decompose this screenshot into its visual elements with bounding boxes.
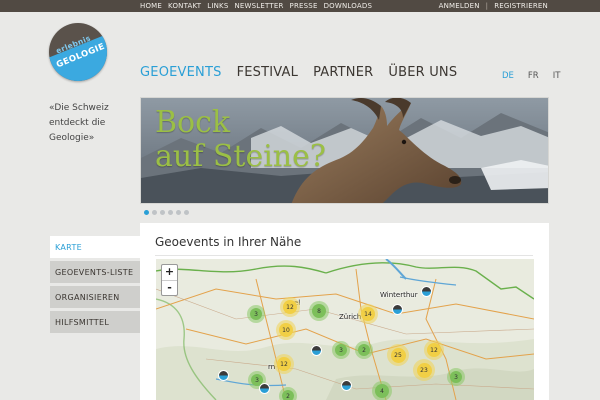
- map-cluster[interactable]: 2: [279, 387, 297, 400]
- top-link-newsletter[interactable]: NEWSLETTER: [234, 1, 283, 11]
- top-link-links[interactable]: LINKS: [207, 1, 228, 11]
- account-links: ANMELDEN | REGISTRIEREN: [439, 1, 548, 11]
- account-separator: |: [485, 2, 489, 10]
- slider-dot[interactable]: [184, 210, 189, 215]
- map-terrain: [156, 259, 534, 400]
- map-cluster[interactable]: 14: [358, 304, 378, 324]
- top-link-downloads[interactable]: DOWNLOADS: [324, 1, 373, 11]
- top-link-home[interactable]: HOME: [140, 1, 162, 11]
- slider-dot[interactable]: [168, 210, 173, 215]
- sidebar-nav: KARTE GEOEVENTS-LISTE ORGANISIEREN HILFS…: [50, 236, 140, 333]
- top-bar: HOME KONTAKT LINKS NEWSLETTER PRESSE DOW…: [0, 0, 600, 12]
- zoom-in-button[interactable]: +: [162, 265, 177, 280]
- top-link-kontakt[interactable]: KONTAKT: [168, 1, 201, 11]
- sidebar-item-geoevents-liste[interactable]: GEOEVENTS-LISTE: [50, 261, 140, 283]
- map-marker-icon[interactable]: [259, 383, 270, 394]
- map-marker-icon[interactable]: [311, 345, 322, 356]
- slider-dot[interactable]: [144, 210, 149, 215]
- slider-dots: [144, 210, 189, 215]
- panel-divider: [155, 255, 533, 256]
- cluster-count: 12: [277, 357, 291, 371]
- slider-dot[interactable]: [176, 210, 181, 215]
- nav-geoevents[interactable]: GEOEVENTS: [140, 65, 222, 80]
- panel-title: Geoevents in Ihrer Nähe: [155, 235, 302, 249]
- hero-banner[interactable]: Bock auf Steine?: [140, 97, 549, 204]
- cluster-count: 12: [427, 343, 441, 357]
- map-marker-icon[interactable]: [341, 380, 352, 391]
- sidebar-item-hilfsmittel[interactable]: HILFSMITTEL: [50, 311, 140, 333]
- sidebar-item-organisieren[interactable]: ORGANISIEREN: [50, 286, 140, 308]
- lang-de[interactable]: DE: [502, 71, 514, 81]
- nav-partner[interactable]: PARTNER: [313, 65, 373, 80]
- nav-ueber-uns[interactable]: ÜBER UNS: [388, 65, 457, 80]
- map-cluster[interactable]: 10: [276, 320, 296, 340]
- cluster-count: 23: [416, 362, 432, 378]
- map-cluster[interactable]: 3: [447, 368, 465, 386]
- cluster-count: 12: [283, 300, 297, 314]
- map-zoom-control: + -: [161, 264, 178, 296]
- map-city-label: Winterthur: [380, 291, 418, 299]
- cluster-count: 3: [335, 344, 347, 356]
- slider-dot[interactable]: [152, 210, 157, 215]
- top-link-presse[interactable]: PRESSE: [290, 1, 318, 11]
- map-cluster[interactable]: 23: [413, 359, 435, 381]
- tagline: «Die Schweiz entdeckt die Geologie»: [49, 103, 109, 143]
- map-cluster[interactable]: 4: [372, 381, 392, 400]
- nav-festival[interactable]: FESTIVAL: [237, 65, 299, 80]
- site-logo[interactable]: erlebnis GEOLOGIE: [49, 23, 107, 81]
- map-cluster[interactable]: 2: [355, 341, 373, 359]
- cluster-count: 14: [361, 307, 375, 321]
- login-link[interactable]: ANMELDEN: [439, 1, 480, 11]
- map-marker-icon[interactable]: [218, 370, 229, 381]
- hero-headline: Bock auf Steine?: [155, 106, 326, 174]
- cluster-count: 10: [279, 323, 293, 337]
- cluster-count: 25: [390, 347, 406, 363]
- map-cluster[interactable]: 25: [387, 344, 409, 366]
- map-marker-icon[interactable]: [421, 286, 432, 297]
- hero-line-1: Bock: [155, 105, 231, 140]
- zoom-out-button[interactable]: -: [162, 280, 177, 295]
- map-cluster[interactable]: 12: [424, 340, 444, 360]
- cluster-count: 4: [375, 384, 389, 398]
- cluster-count: 2: [282, 390, 294, 400]
- events-map[interactable]: + - asel Winterthur Zürich rn 12 3 8 14 …: [156, 259, 534, 400]
- map-cluster[interactable]: 12: [274, 354, 294, 374]
- cluster-count: 3: [450, 371, 462, 383]
- slider-dot[interactable]: [160, 210, 165, 215]
- map-cluster[interactable]: 3: [247, 305, 265, 323]
- map-marker-icon[interactable]: [392, 304, 403, 315]
- language-switcher: DE FR IT: [502, 71, 560, 81]
- cluster-count: 3: [250, 308, 262, 320]
- cluster-count: 8: [312, 304, 326, 318]
- cluster-count: 2: [358, 344, 370, 356]
- lang-fr[interactable]: FR: [528, 71, 539, 81]
- register-link[interactable]: REGISTRIEREN: [494, 1, 548, 11]
- hero-line-2: auf Steine?: [155, 139, 326, 174]
- main-nav: GEOEVENTS FESTIVAL PARTNER ÜBER UNS: [140, 65, 457, 80]
- lang-it[interactable]: IT: [553, 71, 561, 81]
- map-cluster[interactable]: 3: [332, 341, 350, 359]
- sidebar-item-karte[interactable]: KARTE: [50, 236, 140, 258]
- map-cluster[interactable]: 8: [309, 301, 329, 321]
- top-nav: HOME KONTAKT LINKS NEWSLETTER PRESSE DOW…: [140, 1, 372, 11]
- map-cluster[interactable]: 12: [280, 297, 300, 317]
